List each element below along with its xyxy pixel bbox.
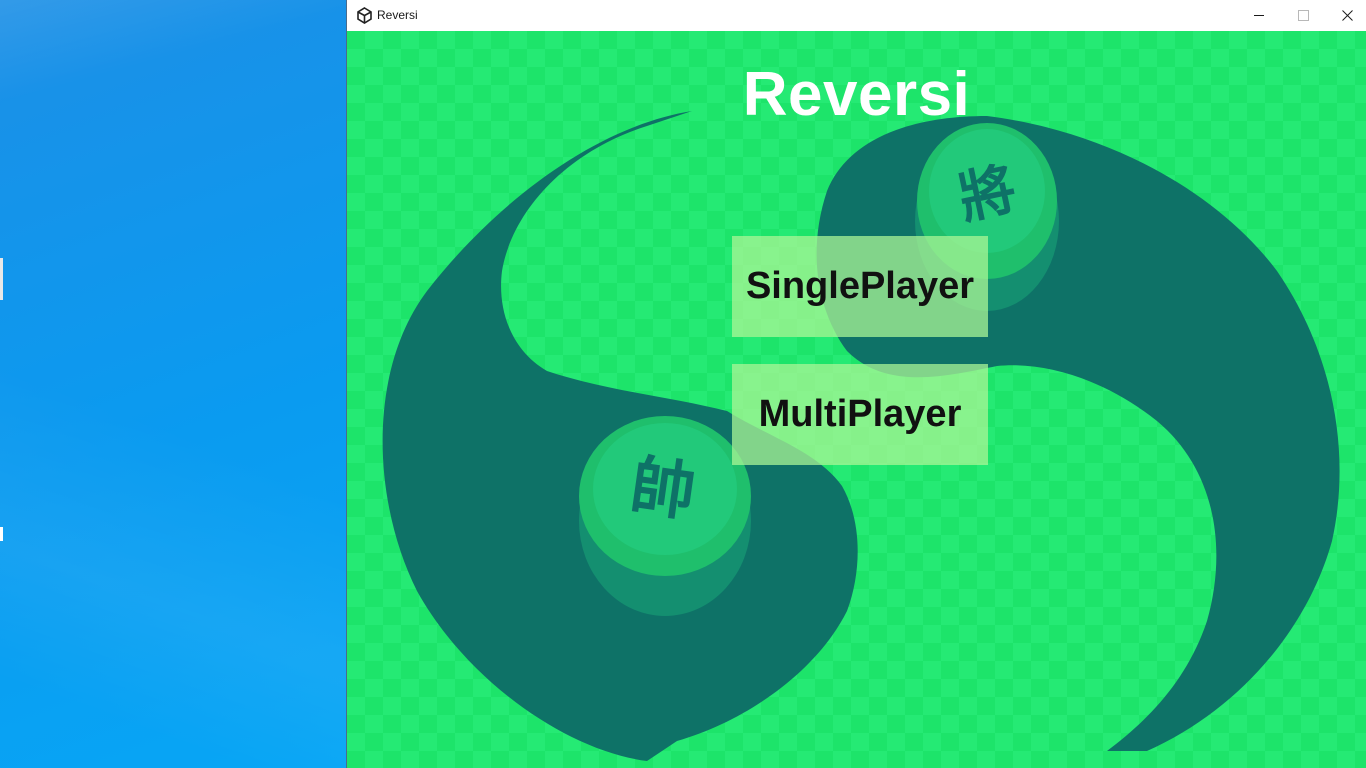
desktop-edge-highlight <box>0 527 3 541</box>
desktop-wallpaper <box>0 0 348 768</box>
close-button[interactable] <box>1325 0 1366 31</box>
maximize-icon <box>1298 10 1309 21</box>
minimize-button[interactable] <box>1236 0 1281 31</box>
game-canvas: 將 帥 Reversi SinglePlayer MultiPlayer <box>347 31 1366 768</box>
chess-piece-bottom-char: 帥 <box>626 449 700 531</box>
desktop-edge-highlight <box>0 258 3 300</box>
multi-player-button[interactable]: MultiPlayer <box>732 364 988 465</box>
game-title: Reversi <box>742 60 971 129</box>
minimize-icon <box>1253 15 1264 16</box>
close-icon <box>1342 10 1353 21</box>
title-bar[interactable]: Reversi <box>347 0 1366 32</box>
single-player-button[interactable]: SinglePlayer <box>732 236 988 337</box>
maximize-button[interactable] <box>1281 0 1326 31</box>
unity-icon <box>357 7 372 24</box>
window-title: Reversi <box>377 8 418 22</box>
reversi-window: Reversi 將 帥 Reversi SinglePlayer MultiPl… <box>347 0 1366 768</box>
